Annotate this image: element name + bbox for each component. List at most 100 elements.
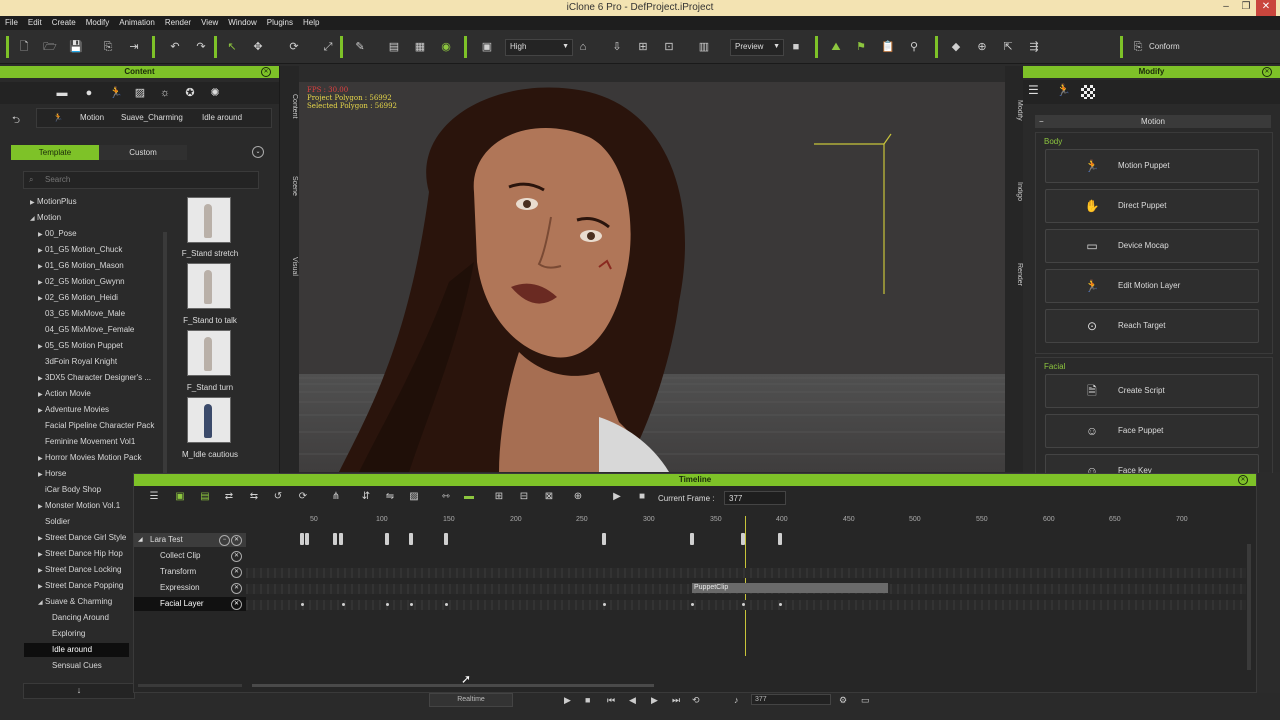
sound-icon[interactable]: ♪ (734, 695, 739, 705)
rotate-icon[interactable]: ⟳ (286, 39, 302, 55)
terrain-icon[interactable]: ⛰ (828, 39, 844, 55)
tree-item[interactable]: 04_G5 MixMove_Female (38, 323, 134, 337)
tree-item[interactable]: ◢ Motion (30, 211, 61, 225)
key-dot[interactable] (742, 603, 745, 606)
menu-create[interactable]: Create (47, 16, 81, 30)
conform-icon[interactable]: ⎘ (1130, 39, 1146, 55)
tree-item[interactable]: ▶ 3DX5 Character Designer's ... (38, 371, 151, 385)
close-circle-icon[interactable]: ✕ (231, 599, 242, 610)
tree-item[interactable]: ◢ Suave & Charming (38, 595, 112, 609)
timeline-horizontal-scrollbar[interactable] (252, 684, 654, 687)
break-clip-icon[interactable]: ⋔ (329, 491, 343, 502)
keyframe[interactable] (305, 533, 309, 545)
realtime-dropdown[interactable]: Realtime (429, 693, 513, 707)
checker-material-icon[interactable] (1081, 85, 1095, 99)
key-dot[interactable] (410, 603, 413, 606)
reach-target-button[interactable]: ⊙ Reach Target (1045, 309, 1259, 343)
select-arrow-icon[interactable]: ↖ (224, 39, 240, 55)
lara-test-keyframes[interactable] (246, 532, 1246, 546)
tree-item[interactable]: Soldier (38, 515, 70, 529)
stop-icon[interactable]: ■ (585, 695, 590, 705)
side-tab-modify[interactable]: Modify (1007, 80, 1023, 140)
conform-button[interactable]: Conform (1149, 40, 1180, 54)
tree-item[interactable]: 3dFoin Royal Knight (38, 355, 117, 369)
export-icon[interactable]: ⇥ (126, 39, 142, 55)
motion-puppet-button[interactable]: 🏃 Motion Puppet (1045, 149, 1259, 183)
side-tab-scene[interactable]: Scene (282, 156, 298, 216)
current-frame-input[interactable]: 377 (724, 491, 786, 505)
tree-item[interactable]: ▶ Monster Motion Vol.1 (38, 499, 120, 513)
undo-icon[interactable]: ↶ (167, 39, 183, 55)
close-button[interactable]: ✕ (1256, 0, 1276, 16)
tree-item[interactable]: iCar Body Shop (38, 483, 101, 497)
track-transform[interactable]: Transform ✕ (134, 565, 246, 579)
flag-icon[interactable]: ⚑ (853, 39, 869, 55)
key-dot[interactable] (445, 603, 448, 606)
split-icon[interactable]: ⊟ (517, 491, 531, 502)
speed-icon[interactable]: ⟳ (296, 491, 310, 502)
side-tab-content[interactable]: Content (282, 76, 298, 136)
menu-animation[interactable]: Animation (114, 16, 160, 30)
tree-item[interactable]: 03_G5 MixMove_Male (38, 307, 125, 321)
track-facial-layer[interactable]: Facial Layer ✕ (134, 597, 246, 611)
track-list-scrollbar[interactable] (138, 684, 242, 687)
tree-item[interactable]: Facial Pipeline Character Pack (38, 419, 154, 433)
pick-parent-icon[interactable]: ✎ (352, 39, 368, 55)
clipboard-icon[interactable]: 📋 (880, 39, 896, 55)
save-icon[interactable]: 💾 (68, 39, 84, 55)
insert-key-icon[interactable]: ⇆ (247, 491, 261, 502)
avatar-icon[interactable]: ● (80, 84, 98, 102)
motion-clip-icon[interactable]: ▤ (198, 491, 212, 502)
breadcrumb-item[interactable]: Motion (80, 109, 104, 126)
keyframe[interactable] (778, 533, 782, 545)
tree-item[interactable]: ▶ 05_G5 Motion Puppet (38, 339, 123, 353)
menu-plugins[interactable]: Plugins (262, 16, 298, 30)
sort-icon[interactable]: ⇵ (359, 491, 373, 502)
move-icon[interactable]: ✥ (250, 39, 266, 55)
quality-dropdown[interactable]: High ▼ (505, 39, 573, 56)
key-dot[interactable] (342, 603, 345, 606)
video-camera-icon[interactable]: ■ (788, 39, 804, 55)
motion-figure-icon[interactable]: 🏃 (1056, 83, 1071, 97)
tree-item[interactable]: ▶ Adventure Movies (38, 403, 109, 417)
side-tab-visual[interactable]: Visual (282, 236, 298, 296)
import-icon[interactable]: ⎘ (100, 39, 116, 55)
tree-item[interactable]: Sensual Cues (52, 659, 102, 673)
close-circle-icon[interactable]: ✕ (231, 551, 242, 562)
face-puppet-button[interactable]: ☺ Face Puppet (1045, 414, 1259, 448)
thumbnail-image[interactable] (187, 263, 231, 309)
pan-view-icon[interactable]: ⇩ (609, 39, 625, 55)
zoom-timeline-icon[interactable]: ⊕ (571, 491, 585, 502)
tree-item[interactable]: ▶ Street Dance Hip Hop (38, 547, 123, 561)
camera-switch-icon[interactable]: ▥ (696, 39, 712, 55)
select-key-icon[interactable]: ▣ (173, 491, 187, 502)
close-icon[interactable]: ✕ (1262, 67, 1272, 77)
align-icon[interactable]: ▤ (386, 39, 402, 55)
minus-circle-icon[interactable]: − (219, 535, 230, 546)
home-view-icon[interactable]: ⌂ (575, 39, 591, 55)
keyframe[interactable] (444, 533, 448, 545)
menu-render[interactable]: Render (160, 16, 196, 30)
edit-motion-layer-button[interactable]: 🏃 Edit Motion Layer (1045, 269, 1259, 303)
reverse-icon[interactable]: ⇋ (383, 491, 397, 502)
menu-view[interactable]: View (196, 16, 223, 30)
key-dot[interactable] (603, 603, 606, 606)
key-dot[interactable] (691, 603, 694, 606)
play-icon[interactable]: ▶ (610, 491, 624, 502)
link-icon[interactable]: ⚲ (906, 39, 922, 55)
thumbnail-image[interactable] (187, 330, 231, 376)
search-input[interactable]: ⌕ Search (23, 171, 259, 189)
new-file-icon[interactable]: 🗋 (16, 39, 32, 55)
thumbnail-image[interactable] (187, 397, 231, 443)
keyframe[interactable] (333, 533, 337, 545)
tab-custom[interactable]: Custom (99, 145, 187, 160)
frame-input[interactable]: 377 (751, 694, 831, 705)
transition-icon[interactable]: ⇄ (222, 491, 236, 502)
preview-dropdown[interactable]: Preview ▼ (730, 39, 784, 56)
motion-figure-icon[interactable]: 🏃 (107, 84, 125, 102)
tree-item[interactable]: ▶ Street Dance Locking (38, 563, 122, 577)
effects-icon[interactable]: ✺ (206, 84, 224, 102)
zoom-extent-icon[interactable]: ⊡ (661, 39, 677, 55)
play-icon[interactable]: ▶ (564, 695, 571, 706)
tree-item[interactable]: ▶ MotionPlus (30, 195, 77, 209)
